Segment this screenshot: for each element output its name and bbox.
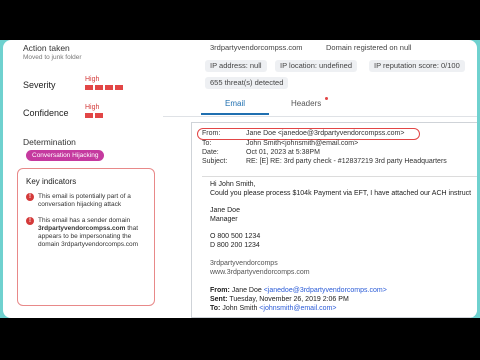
determination-chip[interactable]: Conversation Hijacking: [26, 150, 105, 161]
key-indicator-item: ! This email has a sender domain 3rdpart…: [26, 217, 150, 249]
quoted-to-email-link[interactable]: <johnsmith@email.com>: [259, 305, 336, 312]
letterbox-top: [0, 0, 480, 40]
confidence-value: High: [85, 104, 100, 111]
alert-icon: !: [26, 217, 34, 225]
key-indicator-item: ! This email is potentially part of a co…: [26, 193, 150, 209]
key-indicator-text: This email has a sender domain 3rdpartyv…: [38, 217, 139, 248]
threats-detected-tag: 655 threat(s) detected: [205, 77, 289, 89]
key-indicator-text: This email is potentially part of a conv…: [38, 193, 131, 208]
tab-email[interactable]: Email: [225, 99, 245, 108]
ip-address-tag: IP address: null: [205, 60, 267, 72]
severity-value: High: [85, 76, 100, 83]
header-subject: Subject: RE: [E] RE: 3rd party check - #1…: [202, 158, 447, 165]
severity-meter: High: [85, 76, 123, 90]
headers-alert-dot: [325, 97, 328, 100]
signature-company: 3rdpartyvendorcomps: [210, 260, 278, 267]
severity-label: Severity: [23, 80, 56, 90]
email-detail-pane: 3rdpartyvendorcompss.com Domain register…: [163, 40, 477, 318]
alert-icon: !: [26, 193, 34, 201]
signature-title: Manager: [210, 216, 238, 223]
quoted-to: To: John Smith <johnsmith@email.com>: [210, 305, 337, 312]
action-taken-value: Moved to junk folder: [23, 54, 82, 61]
quoted-from: From: Jane Doe <janedoe@3rdpartyvendorco…: [210, 287, 387, 294]
tabs-divider: [163, 116, 477, 117]
confidence-label: Confidence: [23, 108, 69, 118]
email-tabs: Email Headers: [163, 97, 477, 117]
determination-label: Determination: [23, 137, 76, 147]
signature-website: www.3rdpartyvendorcomps.com: [210, 269, 310, 276]
active-tab-indicator: [201, 113, 269, 115]
letterbox-bottom: [0, 318, 480, 360]
header-date: Date: Oct 01, 2023 at 5:38PM: [202, 149, 320, 156]
email-body-line: Could you please process $104k Payment v…: [210, 190, 472, 197]
signature-phone-office: O 800 500 1234: [210, 233, 261, 240]
email-greeting: Hi John Smith,: [210, 181, 256, 188]
domain-registration-tag: Domain registered on null: [326, 43, 412, 52]
header-to: To: John Smith<johnsmith@email.com>: [202, 140, 359, 147]
header-divider: [202, 176, 477, 177]
key-indicators-title: Key indicators: [26, 177, 77, 186]
key-indicators-box: Key indicators ! This email is potential…: [17, 168, 155, 306]
threat-summary-pane: Action taken Moved to junk folder Severi…: [3, 40, 163, 318]
sender-domain-tag: 3rdpartyvendorcompss.com: [210, 43, 303, 52]
signature-phone-direct: D 800 200 1234: [210, 242, 260, 249]
email-preview: From: Jane Doe <janedoe@3rdpartyvendorcom…: [191, 122, 477, 318]
confidence-meter: High: [85, 104, 103, 118]
action-taken-label: Action taken: [23, 43, 70, 53]
ip-reputation-tag: IP reputation score: 0/100: [369, 60, 465, 72]
severity-bars: [85, 85, 123, 90]
app-screen: Action taken Moved to junk folder Severi…: [3, 40, 477, 318]
tab-headers[interactable]: Headers: [291, 99, 321, 108]
ip-location-tag: IP location: undefined: [275, 60, 358, 72]
quoted-sent: Sent: Tuesday, November 26, 2019 2:06 PM: [210, 296, 349, 303]
confidence-bars: [85, 113, 103, 118]
header-from: From: Jane Doe <janedoe@3rdpartyvendorcom…: [202, 130, 405, 137]
quoted-from-email-link[interactable]: <janedoe@3rdpartyvendorcomps.com>: [264, 287, 387, 294]
signature-name: Jane Doe: [210, 207, 240, 214]
